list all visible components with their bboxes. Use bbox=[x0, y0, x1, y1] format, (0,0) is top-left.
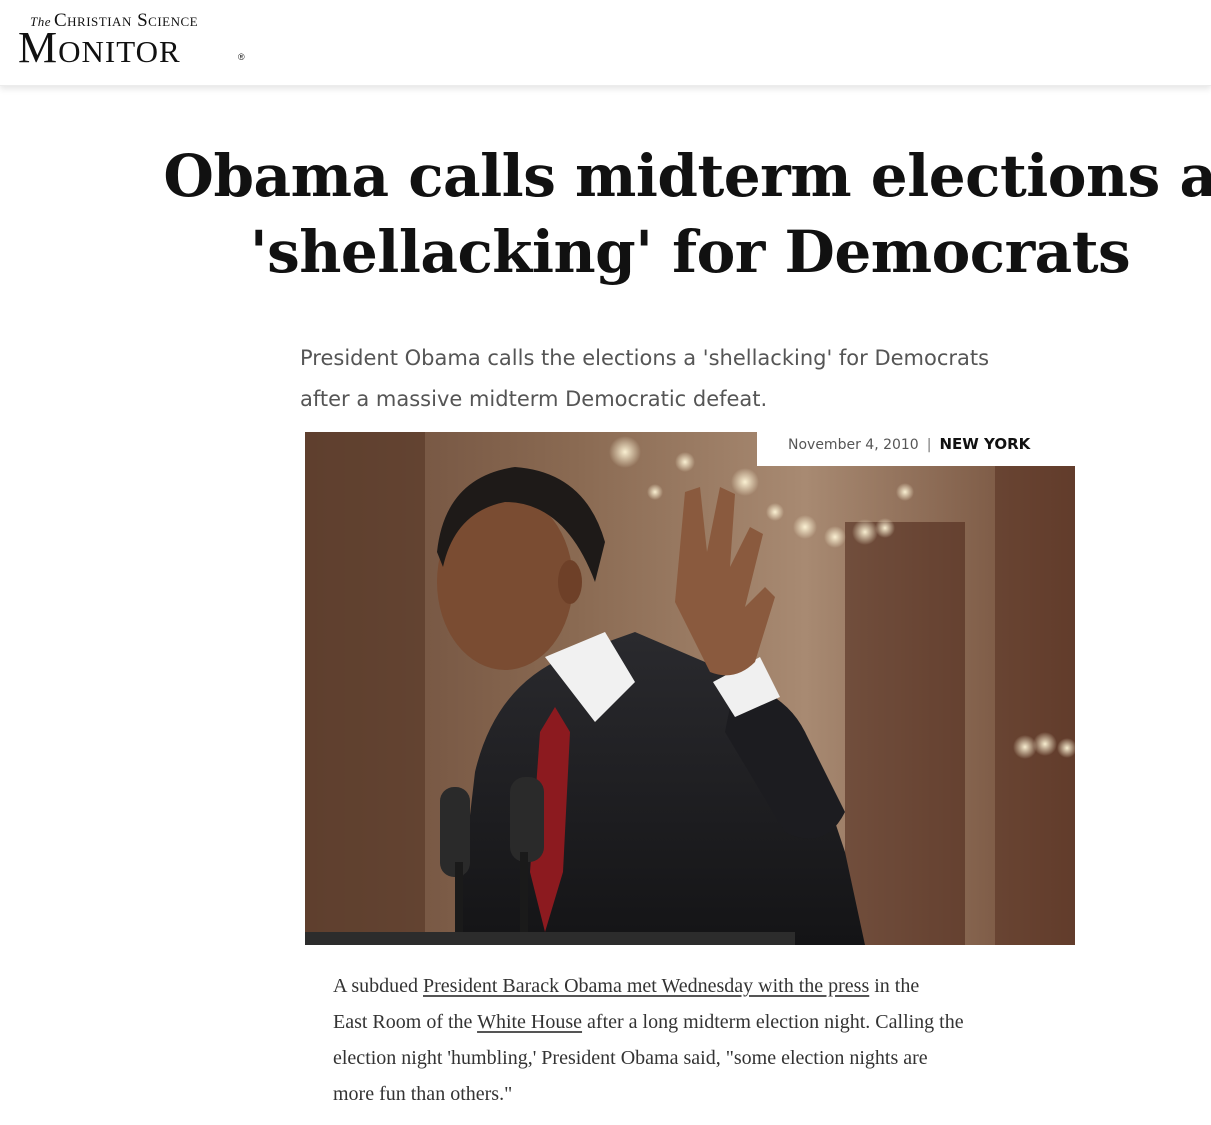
logo-registered-mark: ® bbox=[238, 52, 245, 62]
body-text: in the bbox=[869, 975, 920, 997]
body-text: more fun than others." bbox=[333, 1083, 513, 1105]
body-text: after a long midterm election night. Cal… bbox=[582, 1011, 964, 1033]
body-text: East Room of the bbox=[333, 1011, 478, 1033]
dateline-separator: | bbox=[926, 437, 932, 453]
summary-line-1: President Obama calls the elections a 's… bbox=[300, 346, 990, 370]
headline-line-1: Obama calls midterm elections a bbox=[163, 142, 1211, 210]
dateline-location: NEW YORK bbox=[939, 435, 1031, 453]
publish-date: November 4, 2010 bbox=[788, 437, 919, 453]
body-text: election night 'humbling,' President Oba… bbox=[333, 1047, 928, 1069]
logo-big-text: Monitor bbox=[18, 23, 181, 72]
article-summary: President Obama calls the elections a 's… bbox=[300, 338, 1060, 420]
headline-line-2: 'shellacking' for Democrats bbox=[249, 218, 1131, 286]
site-header: The Christian Science Monitor ® bbox=[0, 0, 1211, 86]
article-dateline: November 4, 2010 | NEW YORK bbox=[757, 432, 1075, 466]
article-photo bbox=[305, 432, 1075, 945]
president-at-podium-icon bbox=[305, 432, 1075, 945]
link-white-house[interactable]: White House bbox=[477, 1011, 582, 1033]
link-press-conference[interactable]: President Barack Obama met Wednesday wit… bbox=[423, 975, 869, 997]
body-text: A subdued bbox=[333, 975, 423, 997]
summary-line-2: after a massive midterm Democratic defea… bbox=[300, 387, 768, 411]
article-body: A subdued President Barack Obama met Wed… bbox=[333, 968, 1063, 1112]
site-logo[interactable]: The Christian Science Monitor ® bbox=[18, 10, 258, 70]
article-headline: Obama calls midterm elections a 'shellac… bbox=[160, 138, 1211, 290]
